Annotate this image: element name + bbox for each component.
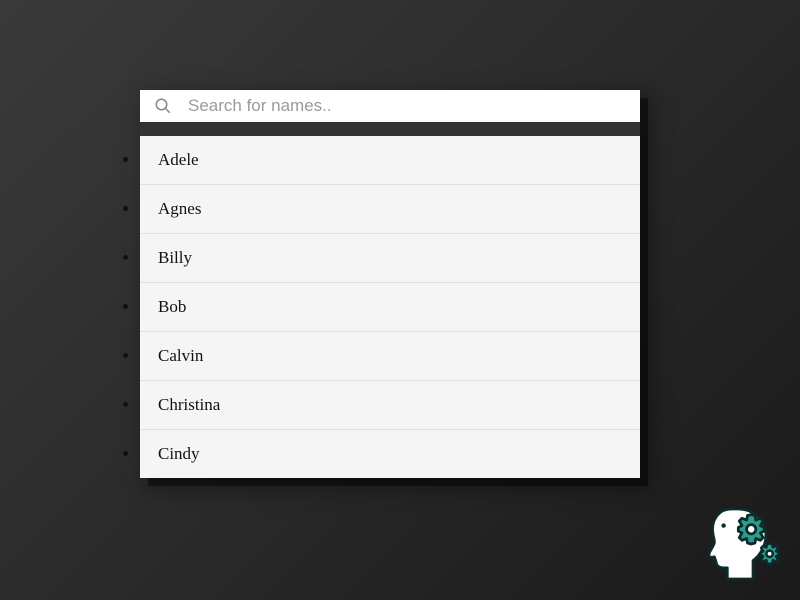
search-icon [154,97,172,115]
list-item[interactable]: Cindy [140,430,640,478]
list-item[interactable]: Adele [140,136,640,185]
list-item[interactable]: Christina [140,381,640,430]
list-item[interactable]: Bob [140,283,640,332]
list-item[interactable]: Calvin [140,332,640,381]
search-bar [140,90,640,136]
results-list: Adele Agnes Billy Bob Calvin Christina C… [140,136,640,478]
brain-gear-logo-icon [696,498,788,590]
search-input[interactable] [188,96,626,116]
list-item[interactable]: Billy [140,234,640,283]
list-item[interactable]: Agnes [140,185,640,234]
search-dropdown: Adele Agnes Billy Bob Calvin Christina C… [140,90,640,478]
